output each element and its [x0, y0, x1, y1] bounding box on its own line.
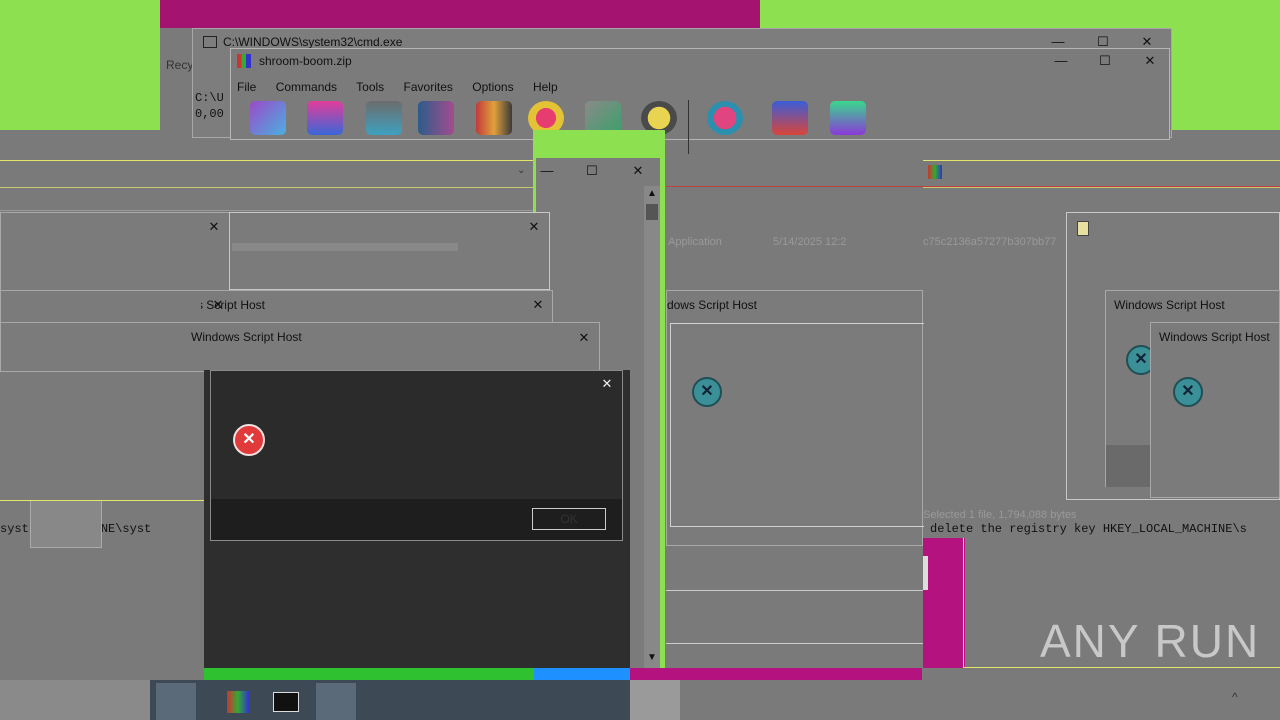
menu-file[interactable]: File [237, 80, 256, 94]
cmd-title: C:\WINDOWS\system32\cmd.exe [223, 35, 403, 49]
wsh-d-title: Windows Script Host [191, 330, 302, 344]
path-bar-right[interactable] [923, 160, 1280, 188]
wsh-e-error-icon: ✕ [692, 377, 722, 407]
scroll-down-icon[interactable]: ▼ [647, 652, 657, 663]
path-dropdown-icon[interactable]: ⌄ [517, 165, 525, 176]
cmd-icon [203, 36, 217, 48]
wsh-h-error-icon: ✕ [1173, 377, 1203, 407]
error-ok-button[interactable]: OK [532, 508, 606, 530]
column-header-row-right [666, 186, 1280, 213]
winrar-close-button[interactable]: ✕ [1142, 53, 1158, 69]
cmd-line-1: C:\U [195, 91, 224, 105]
scrollbar-thumb[interactable] [646, 204, 658, 220]
right-gray-lower [666, 590, 923, 644]
wsh-dialog-d[interactable]: Windows Script Host ✕ [0, 322, 600, 372]
extract-to-icon[interactable] [307, 101, 343, 135]
taskbar-cmd-icon[interactable] [266, 683, 306, 720]
error-dialog-close-button[interactable]: ✕ [599, 376, 615, 392]
wsh-g-footer [1106, 445, 1152, 487]
menu-help[interactable]: Help [533, 80, 558, 94]
wsh-e-body [670, 323, 924, 527]
wsh-dialog-c[interactable]: Windows Script Host ✕ ✕ [0, 290, 553, 324]
virus-scan-icon[interactable] [707, 101, 743, 135]
wsh-h-title: Windows Script Host [1159, 330, 1270, 344]
taskbar-left-strip [0, 680, 150, 720]
wsh-f-file-icon [1077, 221, 1089, 236]
menu-favorites[interactable]: Favorites [404, 80, 453, 94]
console-left-line [0, 500, 205, 501]
menu-options[interactable]: Options [472, 80, 513, 94]
wsh-dialog-a[interactable]: ✕ [0, 212, 230, 292]
wsh-e-title: Windows Script Host [667, 298, 757, 312]
desktop-recycle-label[interactable]: Recy [166, 58, 193, 72]
wsh-c-close-button[interactable]: ✕ [530, 297, 546, 313]
wsh-c-close-button-left[interactable]: ✕ [210, 297, 226, 313]
wsh-b-close-button[interactable]: ✕ [526, 219, 542, 235]
console-left-box [30, 500, 102, 548]
view-icon[interactable] [418, 101, 454, 135]
lime-minimize-button[interactable]: — [539, 163, 555, 179]
scroll-up-icon[interactable]: ▲ [647, 188, 657, 199]
desktop-lime-right [1170, 28, 1280, 130]
menu-tools[interactable]: Tools [356, 80, 384, 94]
delete-icon[interactable] [476, 101, 512, 135]
winrar-app-icon [237, 54, 251, 68]
color-strip-magenta [630, 668, 922, 680]
magenta-block [923, 538, 965, 668]
error-dialog[interactable]: ✕ ✕ OK [210, 370, 623, 541]
status-bar-right: Selected 1 file, 1,794,088 bytes [923, 509, 1077, 521]
winrar-maximize-button[interactable]: ☐ [1097, 53, 1113, 69]
wsh-dialog-e[interactable]: Windows Script Host ✕ [666, 290, 924, 546]
winrar-minimize-button[interactable]: — [1053, 53, 1069, 69]
folder-small-icon [928, 165, 942, 179]
wsh-g-title: Windows Script Host [1114, 298, 1225, 312]
test-icon[interactable] [366, 101, 402, 135]
anyrun-watermark: ANY RUN [1040, 615, 1261, 667]
color-strip-green [204, 668, 534, 680]
path-bar[interactable] [0, 160, 533, 188]
wsh-d-close-button[interactable]: ✕ [576, 330, 592, 346]
console-right-text: delete the registry key HKEY_LOCAL_MACHI… [930, 522, 1247, 536]
lime-close-button[interactable]: ✕ [630, 163, 646, 179]
taskbar-explorer-icon[interactable] [156, 683, 196, 720]
small-white-box [923, 556, 928, 590]
wsh-a-close-button[interactable]: ✕ [206, 219, 222, 235]
wsh-b-progress [232, 243, 458, 251]
wsh-dialog-b[interactable]: ✕ [229, 212, 550, 290]
sfx-icon[interactable] [830, 101, 866, 135]
toolbar-separator [688, 100, 689, 154]
error-icon: ✕ [233, 424, 265, 456]
file-row-modified: 5/14/2025 12:2 [773, 236, 847, 248]
color-strip-blue [534, 668, 630, 680]
desktop-magenta-top [160, 0, 780, 28]
file-row-type: Application [668, 236, 722, 248]
taskbar-wsh-icon[interactable] [316, 683, 356, 720]
desktop-lime-left [0, 0, 160, 130]
menu-commands[interactable]: Commands [276, 80, 337, 94]
taskbar-winrar-icon[interactable] [218, 683, 258, 720]
winrar-menubar: File Commands Tools Favorites Options He… [237, 80, 574, 94]
file-row-crc: c75c2136a57277b307bb77 [923, 236, 1057, 248]
scrollbar-track[interactable] [644, 186, 660, 668]
column-header-row-left [0, 188, 533, 211]
comment-icon[interactable] [772, 101, 808, 135]
desktop-lime-top-right [760, 0, 1280, 28]
lime-maximize-button[interactable]: ☐ [584, 163, 600, 179]
add-icon[interactable] [250, 101, 286, 135]
cmd-line-2: 0,00 [195, 107, 224, 121]
winrar-title: shroom-boom.zip [259, 54, 352, 68]
tray-chevron-icon[interactable]: ^ [1232, 690, 1238, 704]
wsh-dialog-h[interactable]: Windows Script Host ✕ [1150, 322, 1280, 498]
taskbar-mid-strip [630, 680, 680, 720]
